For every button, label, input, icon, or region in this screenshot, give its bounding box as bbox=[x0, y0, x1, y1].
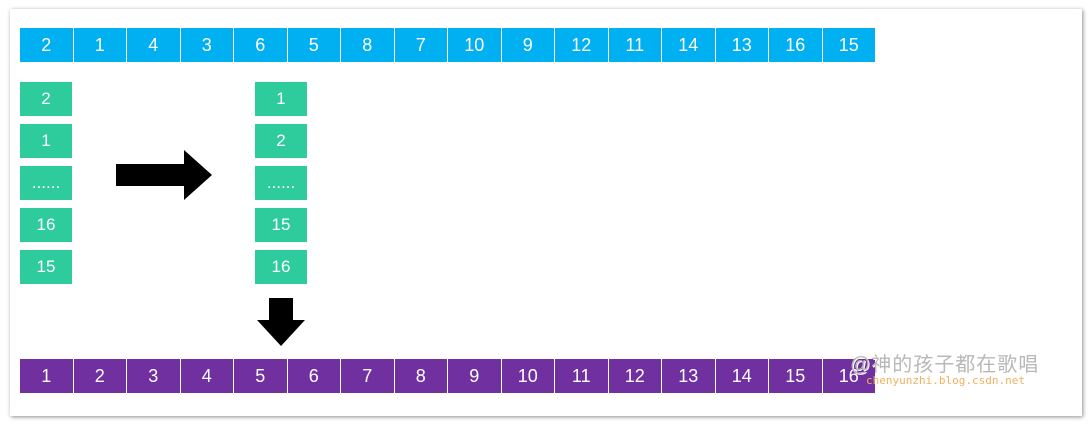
left-column-cell: 2 bbox=[20, 82, 72, 116]
top-cell: 2 bbox=[20, 28, 73, 62]
bottom-cell: 11 bbox=[555, 359, 608, 393]
top-row: 2 1 4 3 6 5 8 7 10 9 12 11 14 13 16 15 bbox=[20, 28, 876, 62]
arrow-right-icon bbox=[116, 150, 212, 200]
top-cell: 8 bbox=[341, 28, 394, 62]
left-column: 2 1 ...... 16 15 bbox=[20, 82, 72, 292]
arrow-down-icon bbox=[257, 298, 305, 346]
top-cell: 6 bbox=[234, 28, 287, 62]
bottom-cell: 1 bbox=[20, 359, 73, 393]
bottom-cell: 14 bbox=[715, 359, 768, 393]
top-cell: 10 bbox=[448, 28, 501, 62]
top-cell: 13 bbox=[715, 28, 768, 62]
top-cell: 11 bbox=[608, 28, 661, 62]
bottom-cell: 8 bbox=[394, 359, 447, 393]
top-cell: 1 bbox=[73, 28, 126, 62]
top-cell: 15 bbox=[822, 28, 875, 62]
right-column: 1 2 ...... 15 16 bbox=[255, 82, 307, 292]
right-column-cell: ...... bbox=[255, 166, 307, 200]
bottom-cell: 7 bbox=[341, 359, 394, 393]
bottom-cell: 4 bbox=[180, 359, 233, 393]
top-cell: 5 bbox=[287, 28, 340, 62]
bottom-cell: 13 bbox=[662, 359, 715, 393]
watermark-text: @神的孩子都在歌唱 bbox=[850, 354, 1040, 376]
bottom-cell: 9 bbox=[448, 359, 501, 393]
bottom-cell: 12 bbox=[608, 359, 661, 393]
top-cell: 4 bbox=[127, 28, 180, 62]
left-column-cell: 16 bbox=[20, 208, 72, 242]
bottom-cell: 5 bbox=[234, 359, 287, 393]
right-column-cell: 2 bbox=[255, 124, 307, 158]
top-cell: 7 bbox=[394, 28, 447, 62]
watermark-url: chenyunzhi.blog.csdn.net bbox=[866, 374, 1025, 387]
right-column-cell: 16 bbox=[255, 250, 307, 284]
top-cell: 9 bbox=[501, 28, 554, 62]
top-cell: 12 bbox=[555, 28, 608, 62]
bottom-cell: 2 bbox=[73, 359, 126, 393]
bottom-cell: 3 bbox=[127, 359, 180, 393]
bottom-cell: 6 bbox=[287, 359, 340, 393]
top-cell: 3 bbox=[180, 28, 233, 62]
bottom-row: 1 2 3 4 5 6 7 8 9 10 11 12 13 14 15 16 bbox=[20, 359, 876, 393]
left-column-cell: ...... bbox=[20, 166, 72, 200]
left-column-cell: 1 bbox=[20, 124, 72, 158]
top-cell: 16 bbox=[769, 28, 822, 62]
top-cell: 14 bbox=[662, 28, 715, 62]
right-column-cell: 15 bbox=[255, 208, 307, 242]
right-column-cell: 1 bbox=[255, 82, 307, 116]
bottom-cell: 10 bbox=[501, 359, 554, 393]
bottom-cell: 15 bbox=[769, 359, 822, 393]
left-column-cell: 15 bbox=[20, 250, 72, 284]
